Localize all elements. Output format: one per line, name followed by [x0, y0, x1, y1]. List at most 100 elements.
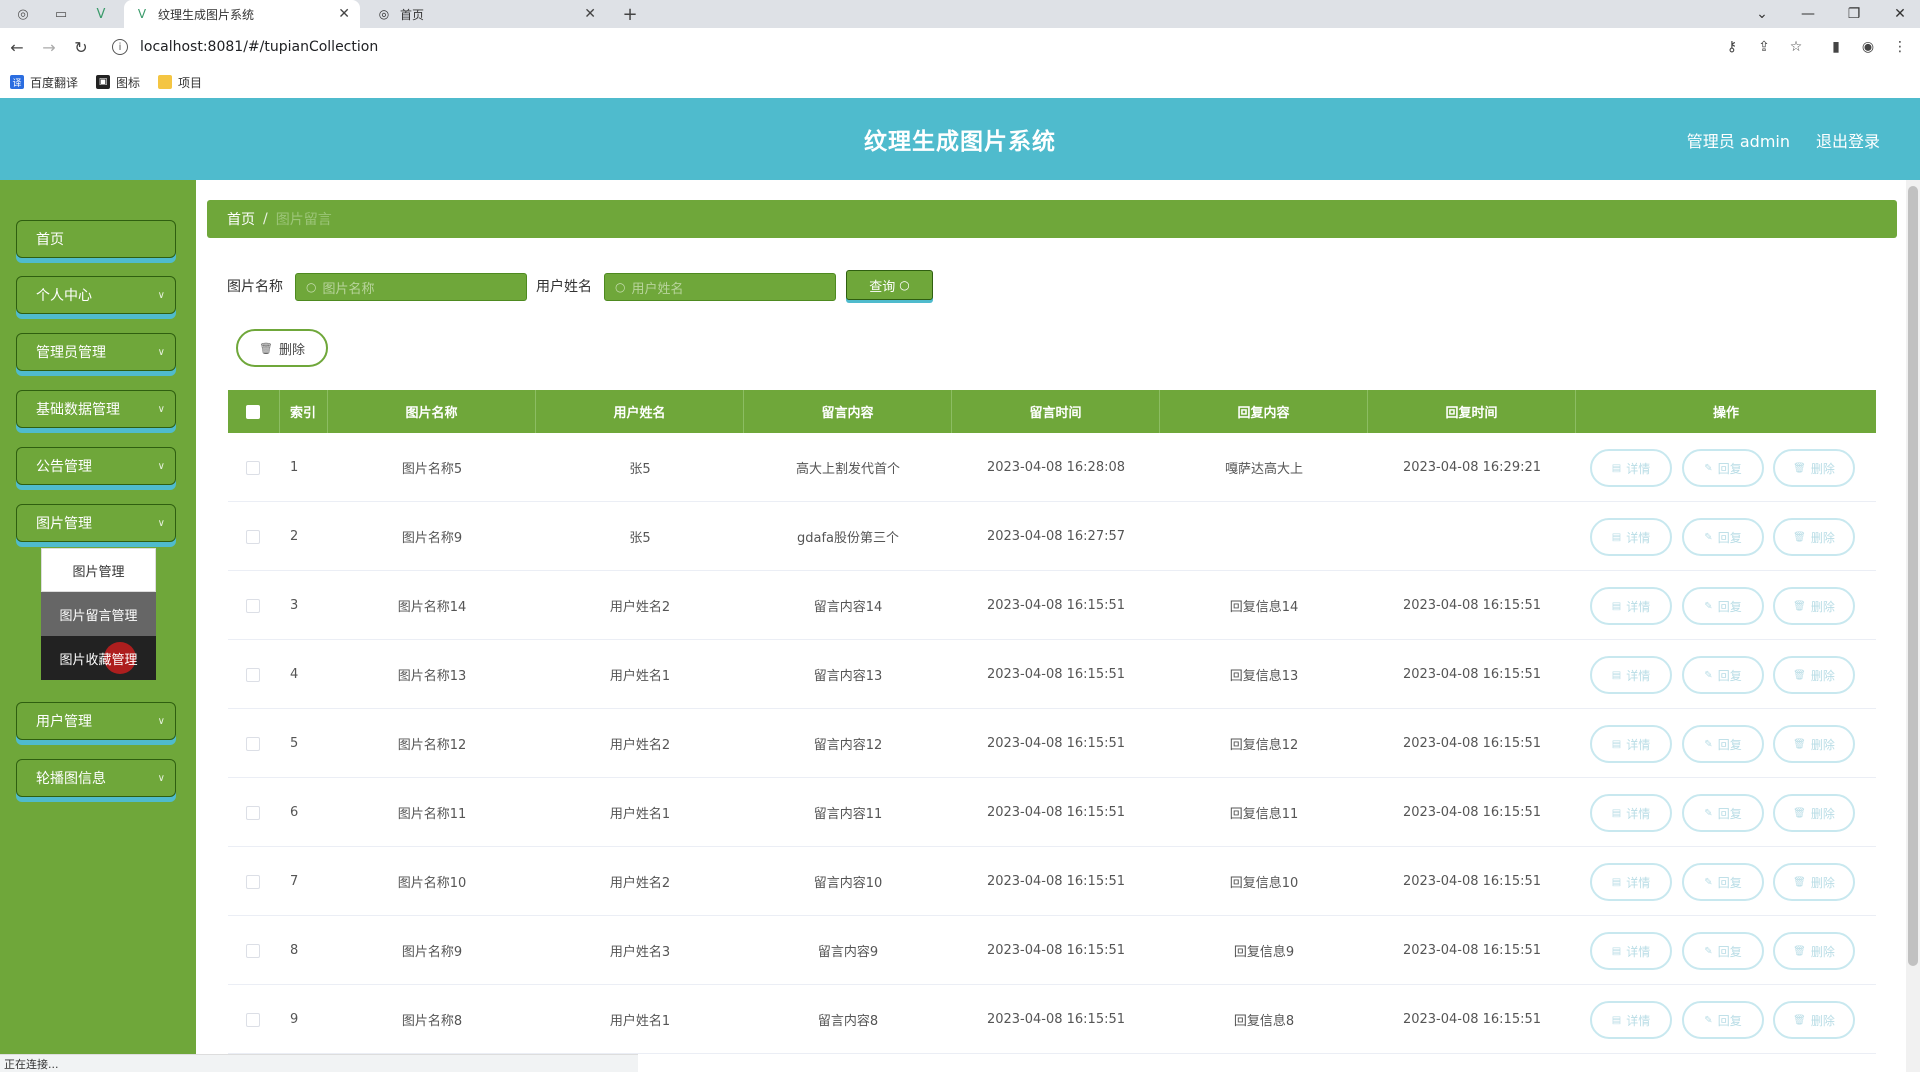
forward-arrow-icon[interactable]: →	[38, 36, 60, 58]
logout-link[interactable]: 退出登录	[1816, 128, 1880, 152]
bookmark-label: 图标	[116, 75, 141, 90]
row-delete-button[interactable]: 🗑 删除	[1773, 863, 1855, 901]
window-close-icon[interactable]: ✕	[1880, 0, 1920, 28]
detail-button[interactable]: ▤ 详情	[1590, 863, 1672, 901]
cell-reply: 回复信息11	[1229, 807, 1299, 822]
document-icon: ▤	[1611, 1014, 1622, 1026]
bookmark-project[interactable]: ■ 项目	[158, 74, 202, 91]
back-arrow-icon[interactable]: ←	[6, 36, 28, 58]
row-delete-button[interactable]: 🗑 删除	[1773, 1001, 1855, 1039]
key-icon[interactable]: ⚷	[1722, 37, 1742, 57]
row-checkbox[interactable]	[246, 599, 260, 613]
browser-tab-pinned-2[interactable]: ▭	[46, 0, 76, 28]
submenu-item-images[interactable]: 图片管理	[41, 548, 156, 592]
url-field[interactable]: i localhost:8081/#/tupianCollection	[112, 37, 378, 57]
detail-button[interactable]: ▤ 详情	[1590, 794, 1672, 832]
browser-tab-home[interactable]: ◎ 首页 ✕	[366, 0, 606, 28]
image-icon: ▣	[96, 75, 111, 89]
sidebar-item-home[interactable]: 首页	[16, 220, 176, 258]
reply-button[interactable]: ✎ 回复	[1682, 725, 1764, 763]
side-panel-icon[interactable]: ▮	[1826, 37, 1846, 57]
submenu-item-image-comments[interactable]: 图片留言管理	[41, 592, 156, 636]
row-checkbox[interactable]	[246, 668, 260, 682]
detail-button[interactable]: ▤ 详情	[1590, 449, 1672, 487]
action-label: 详情	[1626, 806, 1651, 821]
row-delete-button[interactable]: 🗑 删除	[1773, 725, 1855, 763]
table-row: 9 图片名称8 用户姓名1 留言内容8 2023-04-08 16:15:51 回复信息8…	[228, 985, 1876, 1054]
page-scrollbar[interactable]	[1906, 180, 1920, 1072]
search-button[interactable]: 查询 ○	[846, 270, 933, 300]
detail-button[interactable]: ▤ 详情	[1590, 518, 1672, 556]
browser-tab-pinned-3[interactable]: V	[86, 0, 116, 28]
reply-button[interactable]: ✎ 回复	[1682, 1001, 1764, 1039]
chevron-down-icon[interactable]: ⌄	[1742, 0, 1782, 28]
reply-button[interactable]: ✎ 回复	[1682, 449, 1764, 487]
row-delete-button[interactable]: 🗑 删除	[1773, 932, 1855, 970]
row-checkbox[interactable]	[246, 737, 260, 751]
detail-button[interactable]: ▤ 详情	[1590, 587, 1672, 625]
restore-icon[interactable]: ❐	[1834, 0, 1874, 28]
sidebar-item-carousel[interactable]: 轮播图信息 ∨	[16, 759, 176, 797]
share-icon[interactable]: ⇪	[1754, 37, 1774, 57]
row-delete-button[interactable]: 🗑 删除	[1773, 518, 1855, 556]
sidebar-item-personal-center[interactable]: 个人中心 ∨	[16, 276, 176, 314]
trash-icon: 🗑	[1793, 876, 1806, 888]
row-checkbox[interactable]	[246, 806, 260, 820]
select-all-checkbox[interactable]	[246, 405, 260, 419]
minimize-icon[interactable]: —	[1788, 0, 1828, 28]
reply-button[interactable]: ✎ 回复	[1682, 794, 1764, 832]
new-tab-button[interactable]: +	[616, 0, 644, 28]
image-name-input[interactable]: ○ 图片名称	[295, 273, 527, 301]
reply-button[interactable]: ✎ 回复	[1682, 587, 1764, 625]
close-icon[interactable]: ✕	[584, 6, 596, 22]
star-icon[interactable]: ☆	[1786, 37, 1806, 57]
browser-tab-active[interactable]: V 纹理生成图片系统 ✕	[124, 0, 360, 28]
row-delete-button[interactable]: 🗑 删除	[1773, 794, 1855, 832]
reload-icon[interactable]: ↻	[70, 36, 92, 58]
chevron-down-icon: ∨	[157, 772, 165, 784]
cell-reply-time	[1368, 502, 1576, 571]
reply-button[interactable]: ✎ 回复	[1682, 656, 1764, 694]
menu-dots-icon[interactable]: ⋮	[1890, 37, 1910, 57]
bookmark-icons[interactable]: ▣ 图标	[96, 74, 140, 91]
reply-button[interactable]: ✎ 回复	[1682, 932, 1764, 970]
action-label: 详情	[1626, 737, 1651, 752]
row-checkbox[interactable]	[246, 1013, 260, 1027]
cell-image-name: 图片名称5	[401, 462, 463, 477]
submenu-item-image-collections[interactable]: 图片收藏管理	[41, 636, 156, 680]
row-checkbox[interactable]	[246, 875, 260, 889]
row-delete-button[interactable]: 🗑 删除	[1773, 656, 1855, 694]
header-image-name: 图片名称	[328, 390, 536, 433]
sidebar-item-image-management[interactable]: 图片管理 ∨	[16, 504, 176, 542]
cell-image-name: 图片名称9	[401, 531, 463, 546]
detail-button[interactable]: ▤ 详情	[1590, 1001, 1672, 1039]
edit-icon: ✎	[1704, 807, 1713, 819]
row-delete-button[interactable]: 🗑 删除	[1773, 587, 1855, 625]
cell-comment: gdafa股份第三个	[796, 531, 899, 546]
row-delete-button[interactable]: 🗑 删除	[1773, 449, 1855, 487]
bookmark-baidu-translate[interactable]: 译 百度翻译	[10, 74, 78, 91]
cell-user-name: 用户姓名2	[609, 738, 671, 753]
row-checkbox[interactable]	[246, 530, 260, 544]
browser-tab-pinned-1[interactable]: ◎	[8, 0, 38, 28]
table-row: 3 图片名称14 用户姓名2 留言内容14 2023-04-08 16:15:51 回复信…	[228, 571, 1876, 640]
sidebar-item-admin-management[interactable]: 管理员管理 ∨	[16, 333, 176, 371]
detail-button[interactable]: ▤ 详情	[1590, 656, 1672, 694]
detail-button[interactable]: ▤ 详情	[1590, 932, 1672, 970]
sidebar-item-user-management[interactable]: 用户管理 ∨	[16, 702, 176, 740]
breadcrumb-home[interactable]: 首页	[227, 209, 255, 229]
edit-icon: ✎	[1704, 462, 1713, 474]
sidebar-item-announcements[interactable]: 公告管理 ∨	[16, 447, 176, 485]
scrollbar-thumb[interactable]	[1908, 186, 1918, 966]
reply-button[interactable]: ✎ 回复	[1682, 518, 1764, 556]
reply-button[interactable]: ✎ 回复	[1682, 863, 1764, 901]
batch-delete-button[interactable]: 🗑 删除	[236, 329, 328, 367]
user-name-input[interactable]: ○ 用户姓名	[604, 273, 836, 301]
row-checkbox[interactable]	[246, 461, 260, 475]
profile-icon[interactable]: ◉	[1858, 37, 1878, 57]
row-checkbox[interactable]	[246, 944, 260, 958]
detail-button[interactable]: ▤ 详情	[1590, 725, 1672, 763]
sidebar: 首页 个人中心 ∨ 管理员管理 ∨ 基础数据管理 ∨ 公告管理 ∨ 图片管理 ∨ 图片管理…	[0, 180, 196, 1072]
sidebar-item-basic-data[interactable]: 基础数据管理 ∨	[16, 390, 176, 428]
close-icon[interactable]: ✕	[338, 6, 350, 22]
